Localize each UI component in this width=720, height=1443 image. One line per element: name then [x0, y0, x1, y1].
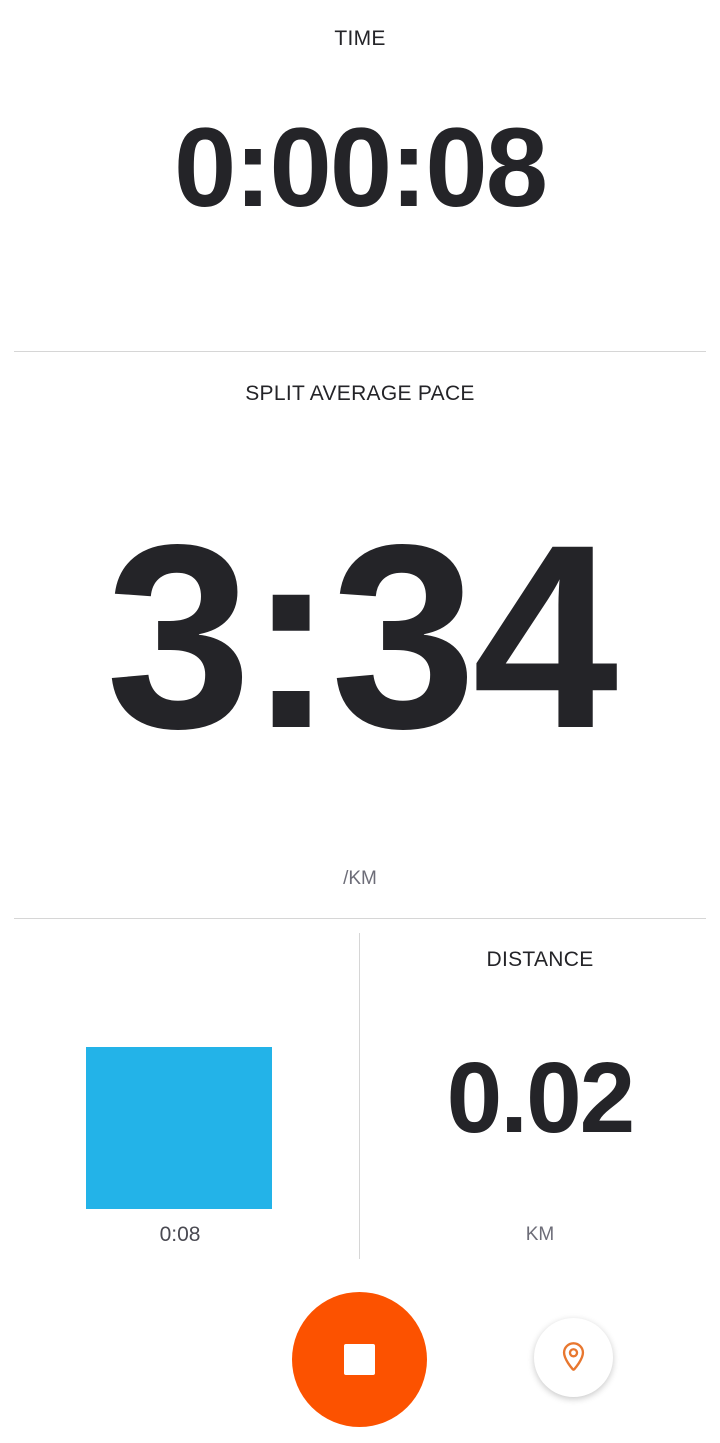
location-button[interactable]: [534, 1318, 613, 1397]
stop-icon: [344, 1344, 375, 1375]
split-bar: [86, 1047, 272, 1209]
split-average-pace-value: 3:34: [105, 490, 618, 783]
pace-unit: /KM: [343, 868, 377, 889]
distance-value: 0.02: [446, 1042, 636, 1154]
distance-unit: KM: [525, 1224, 555, 1245]
time-value: 0:00:08: [173, 105, 548, 230]
divider: [14, 918, 706, 919]
split-average-pace-label: SPLIT AVERAGE PACE: [245, 382, 475, 405]
distance-label: DISTANCE: [486, 948, 594, 971]
time-label: TIME: [334, 27, 386, 50]
divider: [14, 351, 706, 352]
stop-button[interactable]: [292, 1292, 427, 1427]
split-time: 0:08: [159, 1223, 201, 1246]
location-pin-icon: [562, 1342, 585, 1371]
split-bar-chart: [86, 948, 272, 1209]
